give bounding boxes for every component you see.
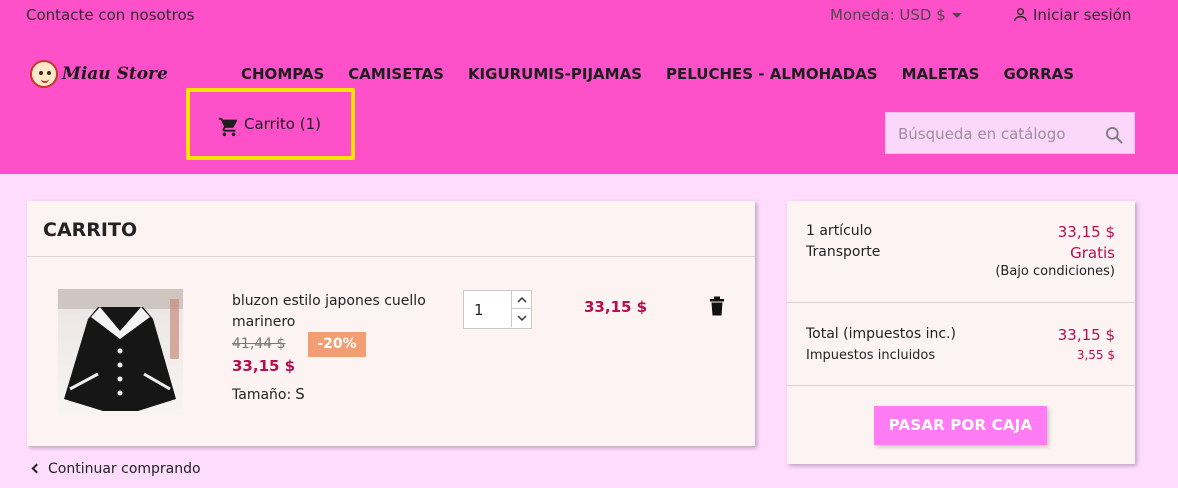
tax-value: 3,55 $ [1076, 348, 1115, 362]
nav-item-kigurumis-pijamas[interactable]: KIGURUMIS-PIJAMAS [468, 65, 642, 83]
search-icon[interactable] [1104, 125, 1124, 145]
total-value: 33,15 $ [1057, 326, 1115, 344]
order-summary: 1 artículo 33,15 $ Transporte Gratis (Ba… [787, 201, 1135, 464]
top-bar: Contacte con nosotros Moneda: USD $ Inic… [0, 0, 1178, 31]
quantity-stepper [463, 290, 532, 329]
divider [787, 385, 1135, 386]
total-row: Total (impuestos inc.) 33,15 $ [806, 326, 1115, 344]
quantity-decrease-button[interactable] [511, 309, 531, 327]
nav-item-camisetas[interactable]: CAMISETAS [348, 65, 444, 83]
cart-link[interactable]: Carrito (1) [186, 88, 355, 160]
nav-item-chompas[interactable]: CHOMPAS [241, 65, 324, 83]
product-name[interactable]: bluzon estilo japones cuello marinero [232, 291, 432, 333]
quantity-input[interactable] [464, 291, 511, 328]
remove-item-button[interactable] [709, 296, 725, 320]
quantity-increase-button[interactable] [511, 291, 531, 309]
total-label: Total (impuestos inc.) [806, 326, 956, 342]
product-image[interactable] [58, 289, 183, 414]
main-nav: CHOMPAS CAMISETAS KIGURUMIS-PIJAMAS PELU… [241, 65, 1098, 83]
tax-label: Impuestos incluidos [806, 348, 936, 363]
login-label: Iniciar sesión [1033, 6, 1132, 24]
currency-selector[interactable]: Moneda: USD $ [830, 6, 962, 24]
login-link[interactable]: Iniciar sesión [1012, 6, 1131, 24]
chevron-down-icon [516, 314, 527, 321]
currency-label: Moneda: USD $ [830, 6, 946, 24]
nav-item-gorras[interactable]: GORRAS [1003, 65, 1074, 83]
user-icon [1014, 8, 1027, 21]
logo-text: Miau Store [62, 64, 168, 84]
size-value: S [295, 385, 305, 403]
nav-item-peluches-almohadas[interactable]: PELUCHES - ALMOHADAS [666, 65, 878, 83]
continue-shopping-link[interactable]: Continuar comprando [31, 461, 201, 477]
items-count-row: 1 artículo 33,15 $ [806, 223, 1115, 241]
items-subtotal: 33,15 $ [1057, 223, 1115, 241]
header: Miau Store CHOMPAS CAMISETAS KIGURUMIS-P… [0, 31, 1178, 174]
chevron-left-icon [31, 463, 42, 474]
cart-icon [218, 117, 238, 137]
trash-icon [710, 296, 724, 316]
contact-link[interactable]: Contacte con nosotros [26, 6, 194, 24]
cart-title: CARRITO [43, 219, 138, 241]
regular-price: 41,44 $ [232, 336, 286, 352]
chevron-up-icon [516, 296, 527, 303]
checkout-button[interactable]: PASAR POR CAJA [874, 406, 1047, 445]
cart-link-label: Carrito (1) [244, 115, 321, 133]
caret-down-icon [951, 13, 962, 18]
discount-badge: -20% [308, 332, 366, 357]
product-size: Tamaño: S [232, 385, 305, 403]
items-count-label: 1 artículo [806, 223, 873, 239]
shipping-label: Transporte [806, 244, 881, 260]
continue-shopping-label: Continuar comprando [48, 461, 201, 477]
search-box[interactable]: Búsqueda en catálogo [885, 112, 1135, 154]
tax-row: Impuestos incluidos 3,55 $ [806, 348, 1115, 363]
cat-logo-icon [30, 60, 58, 88]
size-label: Tamaño: [232, 387, 292, 403]
product-price: 33,15 $ [232, 357, 296, 375]
shipping-row: Transporte Gratis [806, 244, 1115, 262]
shipping-note: (Bajo condiciones) [995, 264, 1115, 279]
line-total: 33,15 $ [584, 298, 648, 316]
cart-panel: CARRITO bluzon estilo japones cuello mar… [27, 201, 755, 446]
search-input[interactable]: Búsqueda en catálogo [898, 125, 1065, 143]
shipping-value: Gratis [1070, 244, 1115, 262]
logo[interactable]: Miau Store [30, 60, 168, 88]
divider [27, 256, 755, 257]
divider [787, 302, 1135, 303]
nav-item-maletas[interactable]: MALETAS [902, 65, 980, 83]
